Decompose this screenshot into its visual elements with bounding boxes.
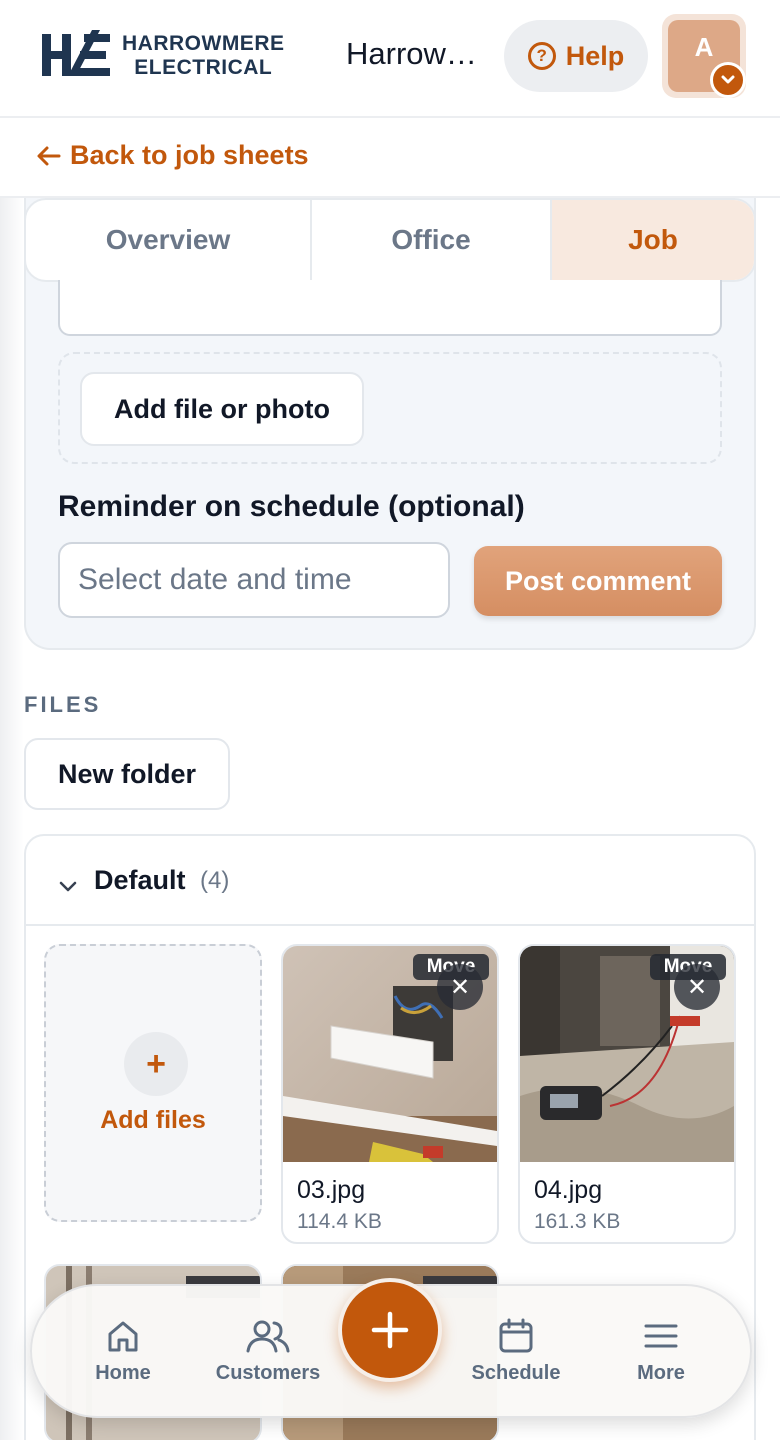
plus-icon: + xyxy=(124,1032,188,1096)
comment-textarea[interactable] xyxy=(58,280,722,336)
add-file-or-photo-button[interactable]: Add file or photo xyxy=(80,372,364,446)
reminder-label-text: Reminder on schedule (optional) xyxy=(58,490,525,523)
nav-more-label: More xyxy=(637,1362,685,1384)
post-comment-button[interactable]: Post comment xyxy=(474,546,722,616)
nav-more[interactable]: More xyxy=(596,1316,726,1385)
help-button[interactable]: ? Help xyxy=(504,20,648,92)
new-folder-label: New folder xyxy=(57,758,197,789)
add-files-label: Add files xyxy=(100,1106,206,1134)
tab-job-label: Job xyxy=(628,224,678,255)
tab-bar: Overview Office Job xyxy=(24,198,756,282)
file-name: 04.jpg xyxy=(534,1176,603,1204)
arrow-left-icon xyxy=(37,146,61,165)
help-icon: ? xyxy=(527,42,556,70)
post-comment-label: Post comment xyxy=(504,565,692,596)
page-edge-shadow xyxy=(0,0,24,1440)
back-to-job-sheets-link[interactable]: Back to job sheets xyxy=(36,140,309,171)
app-header: HARROWMERE ELECTRICAL Harrow… ? Help A xyxy=(0,0,780,118)
files-heading-text: FILES xyxy=(24,692,102,717)
nav-schedule[interactable]: Schedule xyxy=(451,1316,581,1385)
chevron-down-icon xyxy=(710,62,746,98)
menu-icon xyxy=(644,1324,678,1348)
plus-icon xyxy=(371,1311,409,1349)
folder-header-default[interactable]: Default (4) xyxy=(24,834,756,926)
tab-overview[interactable]: Overview xyxy=(26,200,310,280)
folder-count: (4) xyxy=(200,867,230,894)
tab-overview-label: Overview xyxy=(105,224,231,255)
remove-file-button[interactable]: ✕ xyxy=(437,964,483,1010)
nav-customers-label: Customers xyxy=(215,1362,321,1384)
file-card[interactable]: Move ✕ 03.jpg 114.4 KB xyxy=(281,944,499,1244)
reminder-label: Reminder on schedule (optional) xyxy=(58,490,525,524)
back-bar: Back to job sheets xyxy=(0,118,780,198)
tab-job[interactable]: Job xyxy=(550,200,754,280)
help-label: Help xyxy=(565,40,625,71)
nav-schedule-label: Schedule xyxy=(471,1362,561,1384)
home-icon xyxy=(108,1321,138,1352)
folder-name: Default xyxy=(94,865,186,895)
account-menu-button[interactable]: A xyxy=(662,14,746,98)
nav-customers[interactable]: Customers xyxy=(203,1316,333,1385)
nav-home[interactable]: Home xyxy=(58,1316,188,1385)
file-size: 161.3 KB xyxy=(534,1210,621,1233)
back-label: Back to job sheets xyxy=(70,140,309,170)
create-new-button[interactable] xyxy=(338,1278,442,1382)
users-icon xyxy=(246,1320,290,1353)
add-files-tile[interactable]: + Add files xyxy=(44,944,262,1222)
new-folder-button[interactable]: New folder xyxy=(24,738,230,810)
logo-line-1: HARROWMERE xyxy=(122,32,285,55)
chevron-down-icon xyxy=(59,881,77,892)
logo-wordmark: HARROWMERE ELECTRICAL xyxy=(122,32,285,80)
company-title: Harrow… xyxy=(346,36,486,72)
nav-home-label: Home xyxy=(95,1362,151,1384)
close-icon: ✕ xyxy=(686,973,708,1001)
close-icon: ✕ xyxy=(449,973,471,1001)
add-file-label: Add file or photo xyxy=(114,393,330,424)
calendar-icon xyxy=(499,1318,533,1353)
company-title-text: Harrow… xyxy=(346,36,477,71)
reminder-datetime-input[interactable] xyxy=(58,542,450,618)
file-name: 03.jpg xyxy=(297,1176,366,1204)
he-logo-mark-icon xyxy=(42,30,110,76)
company-logo[interactable]: HARROWMERE ELECTRICAL xyxy=(40,30,312,82)
remove-file-button[interactable]: ✕ xyxy=(674,964,720,1010)
logo-line-2: ELECTRICAL xyxy=(134,56,273,79)
tab-office-label: Office xyxy=(391,224,471,255)
file-size: 114.4 KB xyxy=(297,1210,382,1233)
file-card[interactable]: Move ✕ 04.jpg 161.3 KB xyxy=(518,944,736,1244)
tab-office[interactable]: Office xyxy=(310,200,550,280)
files-heading: FILES xyxy=(24,692,101,718)
